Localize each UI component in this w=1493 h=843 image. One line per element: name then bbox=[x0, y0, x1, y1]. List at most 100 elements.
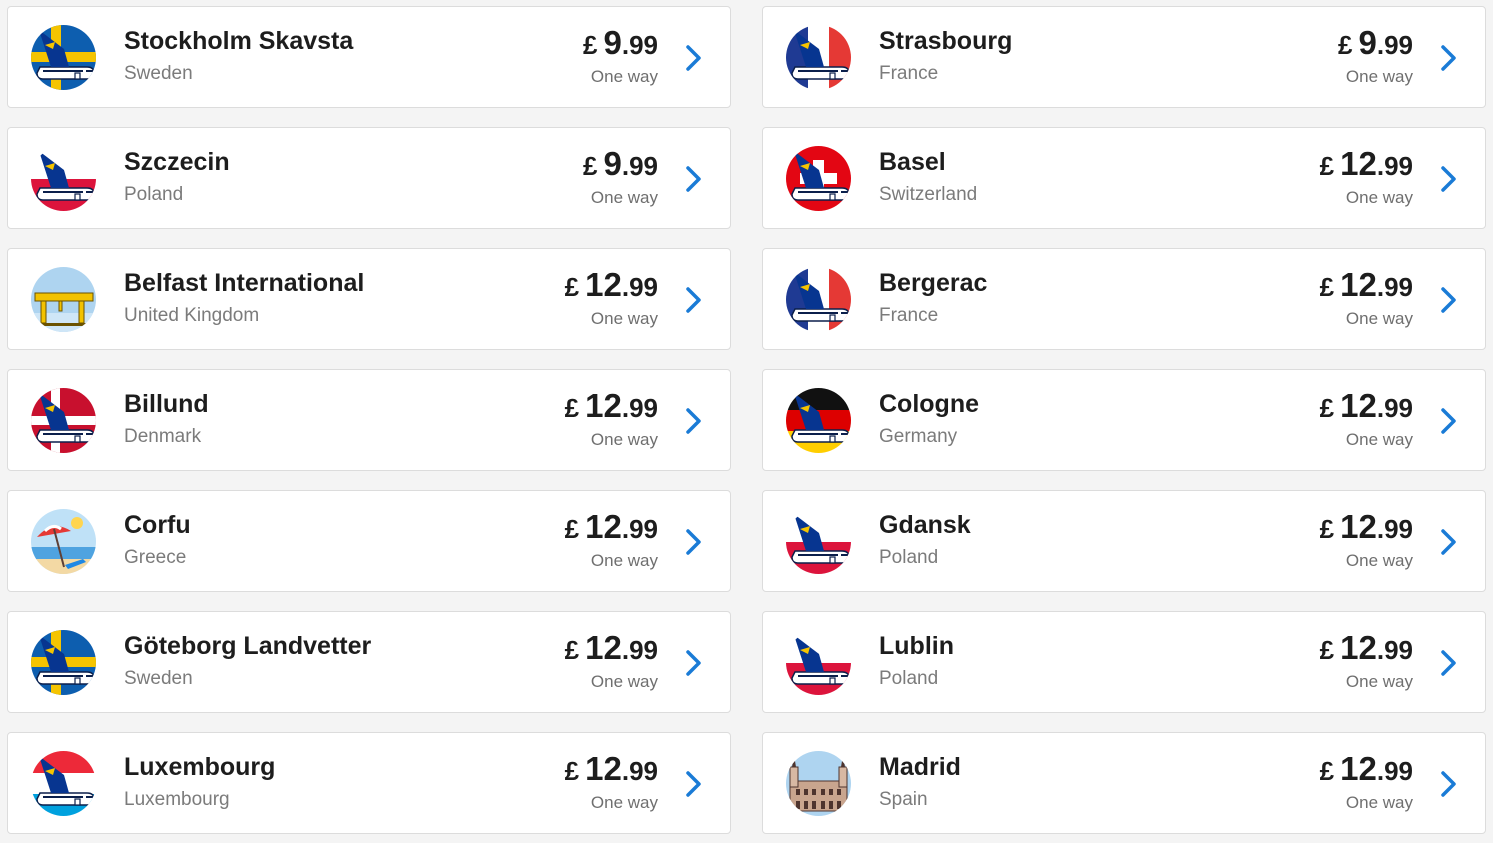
plane-luxembourg-flag-icon bbox=[31, 751, 96, 816]
destination-card[interactable]: Luxembourg Luxembourg £12.99 One way bbox=[7, 732, 731, 834]
destination-card[interactable]: Strasbourg France £9.99 One way bbox=[762, 6, 1486, 108]
destination-card[interactable]: Belfast International United Kingdom £12… bbox=[7, 248, 731, 350]
chevron-right-icon[interactable] bbox=[1439, 165, 1459, 193]
destination-city: Basel bbox=[879, 148, 946, 176]
destination-card[interactable]: Corfu Greece £12.99 One way bbox=[7, 490, 731, 592]
price-whole: 12 bbox=[585, 629, 622, 666]
destination-country: Poland bbox=[879, 547, 939, 568]
currency-symbol: £ bbox=[1319, 756, 1335, 786]
chevron-right-icon[interactable] bbox=[684, 649, 704, 677]
destination-country: Denmark bbox=[124, 426, 202, 447]
fare-price: £12.99 bbox=[565, 750, 658, 788]
fare-price: £12.99 bbox=[1320, 387, 1413, 425]
destination-country: Sweden bbox=[124, 63, 193, 84]
destination-card[interactable]: Cologne Germany £12.99 One way bbox=[762, 369, 1486, 471]
destination-card[interactable]: Gdansk Poland £12.99 One way bbox=[762, 490, 1486, 592]
fare-price: £9.99 bbox=[583, 24, 658, 62]
fare-price: £12.99 bbox=[1320, 266, 1413, 304]
destination-city: Bergerac bbox=[879, 269, 988, 297]
chevron-right-icon[interactable] bbox=[684, 770, 704, 798]
plane-switzerland-flag-icon bbox=[786, 146, 851, 211]
fare-price: £12.99 bbox=[1320, 629, 1413, 667]
fare-type-label: One way bbox=[590, 551, 658, 570]
currency-symbol: £ bbox=[1319, 514, 1335, 544]
destination-card[interactable]: Basel Switzerland £12.99 One way bbox=[762, 127, 1486, 229]
chevron-right-icon[interactable] bbox=[1439, 286, 1459, 314]
currency-symbol: £ bbox=[564, 393, 580, 423]
price-decimal: .99 bbox=[1376, 30, 1413, 60]
price-whole: 9 bbox=[1358, 24, 1377, 61]
currency-symbol: £ bbox=[564, 272, 580, 302]
destination-card[interactable]: Szczecin Poland £9.99 One way bbox=[7, 127, 731, 229]
cranes-icon bbox=[31, 267, 96, 332]
currency-symbol: £ bbox=[564, 635, 580, 665]
price-whole: 12 bbox=[585, 750, 622, 787]
fare-type-label: One way bbox=[1345, 188, 1413, 207]
plane-denmark-flag-icon bbox=[31, 388, 96, 453]
price-whole: 12 bbox=[585, 266, 622, 303]
currency-symbol: £ bbox=[564, 756, 580, 786]
chevron-right-icon[interactable] bbox=[684, 528, 704, 556]
chevron-right-icon[interactable] bbox=[1439, 649, 1459, 677]
currency-symbol: £ bbox=[1319, 272, 1335, 302]
destination-country: Poland bbox=[124, 184, 184, 205]
fare-price: £12.99 bbox=[565, 387, 658, 425]
destination-city: Gdansk bbox=[879, 511, 971, 539]
destination-card[interactable]: Göteborg Landvetter Sweden £12.99 One wa… bbox=[7, 611, 731, 713]
plane-germany-flag-icon bbox=[786, 388, 851, 453]
destination-country: Switzerland bbox=[879, 184, 978, 205]
fare-type-label: One way bbox=[590, 793, 658, 812]
fare-type-label: One way bbox=[1345, 430, 1413, 449]
fare-price: £9.99 bbox=[1338, 24, 1413, 62]
beach-umbrella-icon bbox=[31, 509, 96, 574]
destination-country: Spain bbox=[879, 789, 928, 810]
currency-symbol: £ bbox=[564, 514, 580, 544]
chevron-right-icon[interactable] bbox=[684, 286, 704, 314]
royal-palace-icon bbox=[786, 751, 851, 816]
destination-card[interactable]: Billund Denmark £12.99 One way bbox=[7, 369, 731, 471]
plane-sweden-flag-icon bbox=[31, 25, 96, 90]
fare-type-label: One way bbox=[590, 430, 658, 449]
destination-city: Corfu bbox=[124, 511, 191, 539]
price-decimal: .99 bbox=[1376, 514, 1413, 544]
destination-city: Madrid bbox=[879, 753, 961, 781]
destination-card[interactable]: Lublin Poland £12.99 One way bbox=[762, 611, 1486, 713]
plane-france-flag-icon bbox=[786, 267, 851, 332]
destination-city: Strasbourg bbox=[879, 27, 1013, 55]
chevron-right-icon[interactable] bbox=[1439, 770, 1459, 798]
chevron-right-icon[interactable] bbox=[684, 165, 704, 193]
destination-card[interactable]: Madrid Spain £12.99 One way bbox=[762, 732, 1486, 834]
fare-type-label: One way bbox=[590, 672, 658, 691]
fare-type-label: One way bbox=[1345, 672, 1413, 691]
destination-card[interactable]: Bergerac France £12.99 One way bbox=[762, 248, 1486, 350]
price-decimal: .99 bbox=[1376, 393, 1413, 423]
price-whole: 12 bbox=[1340, 508, 1377, 545]
price-whole: 12 bbox=[585, 387, 622, 424]
plane-sweden-flag-icon bbox=[31, 630, 96, 695]
price-decimal: .99 bbox=[1376, 635, 1413, 665]
price-decimal: .99 bbox=[621, 393, 658, 423]
fare-price: £12.99 bbox=[565, 266, 658, 304]
chevron-right-icon[interactable] bbox=[684, 44, 704, 72]
fare-price: £9.99 bbox=[583, 145, 658, 183]
price-decimal: .99 bbox=[1376, 756, 1413, 786]
plane-poland-flag-icon bbox=[786, 509, 851, 574]
fare-type-label: One way bbox=[1345, 551, 1413, 570]
chevron-right-icon[interactable] bbox=[1439, 407, 1459, 435]
chevron-right-icon[interactable] bbox=[684, 407, 704, 435]
destination-city: Lublin bbox=[879, 632, 954, 660]
fare-type-label: One way bbox=[1345, 67, 1413, 86]
destination-card[interactable]: Stockholm Skavsta Sweden £9.99 One way bbox=[7, 6, 731, 108]
fare-type-label: One way bbox=[590, 188, 658, 207]
plane-france-flag-icon bbox=[786, 25, 851, 90]
destination-city: Göteborg Landvetter bbox=[124, 632, 372, 660]
price-whole: 12 bbox=[585, 508, 622, 545]
destination-grid: Stockholm Skavsta Sweden £9.99 One way S… bbox=[7, 6, 1488, 834]
currency-symbol: £ bbox=[1319, 151, 1335, 181]
chevron-right-icon[interactable] bbox=[1439, 528, 1459, 556]
destination-city: Belfast International bbox=[124, 269, 365, 297]
chevron-right-icon[interactable] bbox=[1439, 44, 1459, 72]
fare-type-label: One way bbox=[1345, 309, 1413, 328]
destination-country: United Kingdom bbox=[124, 305, 260, 326]
destination-country: Sweden bbox=[124, 668, 193, 689]
